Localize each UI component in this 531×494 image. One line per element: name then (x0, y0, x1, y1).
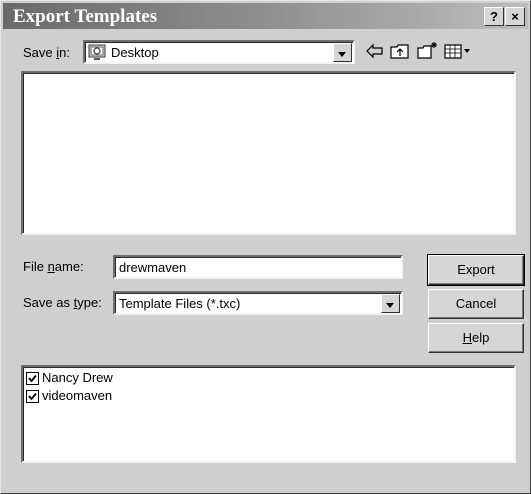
file-list[interactable] (21, 71, 516, 235)
new-folder-icon[interactable] (416, 41, 438, 61)
export-templates-dialog: Export Templates ? × Save in: Desktop Fi… (0, 0, 531, 494)
export-button[interactable]: Export (427, 254, 525, 286)
save-as-type-label: Save as type: (23, 295, 102, 310)
title-bar: Export Templates ? × (3, 3, 528, 29)
back-arrow-icon[interactable] (364, 41, 386, 61)
dialog-title: Export Templates (13, 6, 158, 27)
save-in-combo[interactable]: Desktop (83, 40, 355, 64)
desktop-icon (88, 43, 106, 61)
help-button[interactable]: Help (428, 323, 524, 353)
save-in-label: Save in: (23, 45, 70, 60)
save-as-type-value: Template Files (*.txc) (119, 296, 241, 311)
cancel-button[interactable]: Cancel (428, 289, 524, 319)
template-label: Nancy Drew (42, 370, 113, 385)
save-in-dropdown-arrow[interactable] (333, 43, 352, 62)
template-label: videomaven (42, 388, 113, 403)
file-name-value: drewmaven (119, 260, 187, 275)
view-menu-icon[interactable] (443, 41, 473, 61)
close-button[interactable]: × (505, 7, 525, 26)
checkbox[interactable] (26, 372, 39, 385)
up-folder-icon[interactable] (389, 41, 411, 61)
checkbox[interactable] (26, 390, 39, 403)
file-name-field[interactable]: drewmaven (113, 255, 403, 279)
template-list[interactable]: Nancy Drew videomaven (21, 365, 516, 463)
save-as-type-combo[interactable]: Template Files (*.txc) (113, 291, 403, 315)
save-as-type-dropdown-arrow[interactable] (381, 294, 400, 313)
help-title-button[interactable]: ? (484, 7, 504, 26)
location-name: Desktop (111, 45, 159, 60)
file-name-label: File name: (23, 259, 84, 274)
